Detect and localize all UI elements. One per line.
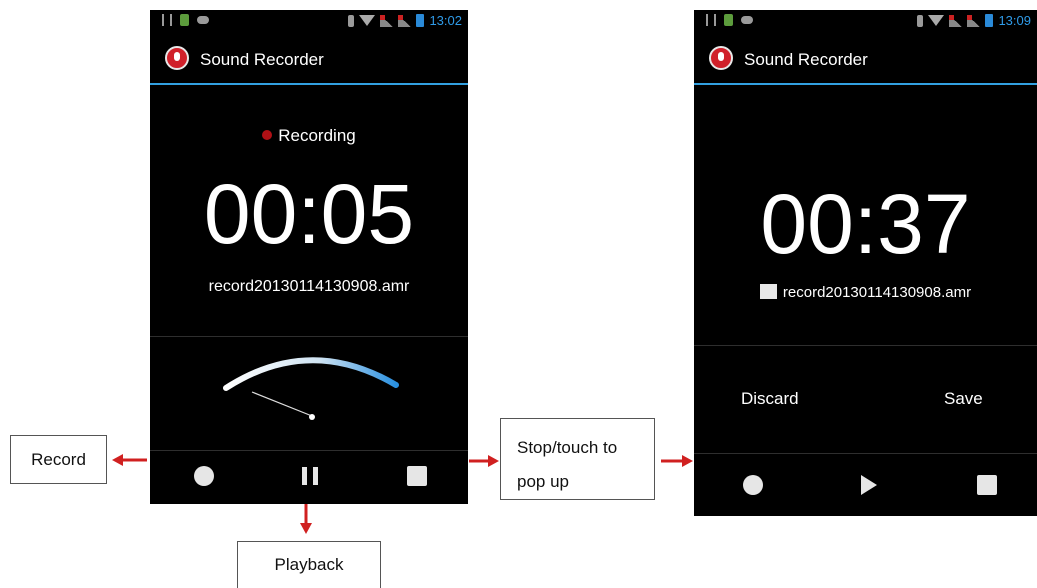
callout-record: Record	[10, 435, 107, 484]
stop-icon	[977, 475, 997, 495]
pause-icon	[302, 467, 318, 485]
discard-button[interactable]: Discard	[741, 389, 799, 409]
recording-dot-icon	[262, 130, 273, 140]
pause-button[interactable]	[297, 463, 323, 489]
app-mic-icon	[165, 46, 189, 70]
record-button[interactable]	[740, 472, 766, 498]
bluetooth-icon	[348, 14, 355, 27]
battery-small-icon	[724, 14, 733, 26]
file-name: record20130114130908.amr	[208, 278, 410, 295]
callout-stop-line2: pop up	[517, 472, 569, 491]
divider	[694, 453, 1037, 454]
file-icon	[759, 284, 777, 299]
phone-screen-recording: 13:02 Sound Recorder Recording 00:05 rec…	[150, 10, 468, 504]
battery-icon	[985, 14, 994, 27]
signal-icon	[967, 14, 981, 27]
status-time: 13:09	[998, 13, 1031, 28]
app-title: Sound Recorder	[200, 50, 324, 69]
stop-icon	[407, 466, 427, 486]
wifi-icon	[359, 15, 376, 26]
elapsed-timer: 00:37	[760, 177, 971, 271]
vu-arc	[223, 357, 399, 391]
cloud-icon	[741, 16, 753, 24]
record-icon	[194, 466, 214, 486]
callout-playback: Playback	[237, 541, 381, 588]
arrow-right-icon	[661, 455, 693, 467]
usb-icon	[162, 14, 172, 26]
signal-icon	[380, 14, 394, 27]
arrow-left-icon	[112, 454, 147, 466]
cloud-icon	[197, 16, 209, 24]
divider	[150, 450, 468, 451]
stop-button[interactable]	[404, 463, 430, 489]
callout-stop: Stop/touch to pop up	[500, 418, 655, 500]
app-title: Sound Recorder	[744, 50, 868, 69]
battery-small-icon	[180, 14, 189, 26]
divider	[150, 336, 468, 337]
play-icon	[861, 475, 877, 495]
file-name: record20130114130908.amr	[782, 284, 972, 301]
wifi-icon	[928, 15, 945, 26]
status-bar: 13:02	[150, 10, 468, 32]
record-button[interactable]	[191, 463, 217, 489]
stop-button[interactable]	[974, 472, 1000, 498]
save-button[interactable]: Save	[944, 389, 983, 409]
state-label: Recording	[278, 126, 356, 145]
vu-needle	[251, 391, 313, 417]
usb-icon	[706, 14, 716, 26]
arrow-right-icon	[469, 455, 499, 467]
battery-icon	[416, 14, 425, 27]
vu-pivot	[309, 414, 315, 420]
vu-meter	[223, 357, 399, 420]
file-name-row: record20130114130908.amr	[694, 284, 1037, 301]
action-bar: Sound Recorder	[150, 35, 468, 85]
record-icon	[743, 475, 763, 495]
callout-record-label: Record	[31, 449, 86, 469]
signal-icon	[398, 14, 412, 27]
bluetooth-icon	[917, 14, 924, 27]
callout-stop-line1: Stop/touch to	[517, 438, 618, 457]
phone-screen-stopped: 13:09 Sound Recorder 00:37 record2013011…	[694, 10, 1037, 516]
action-bar: Sound Recorder	[694, 35, 1037, 85]
elapsed-timer: 00:05	[203, 167, 415, 261]
status-time: 13:02	[429, 13, 462, 28]
play-button[interactable]	[856, 472, 882, 498]
app-mic-icon	[709, 46, 733, 70]
divider	[694, 345, 1037, 346]
recording-state: Recording	[150, 126, 468, 146]
status-bar: 13:09	[694, 10, 1037, 32]
signal-icon	[949, 14, 963, 27]
callout-playback-label: Playback	[274, 555, 344, 574]
arrow-down-icon	[300, 504, 312, 534]
